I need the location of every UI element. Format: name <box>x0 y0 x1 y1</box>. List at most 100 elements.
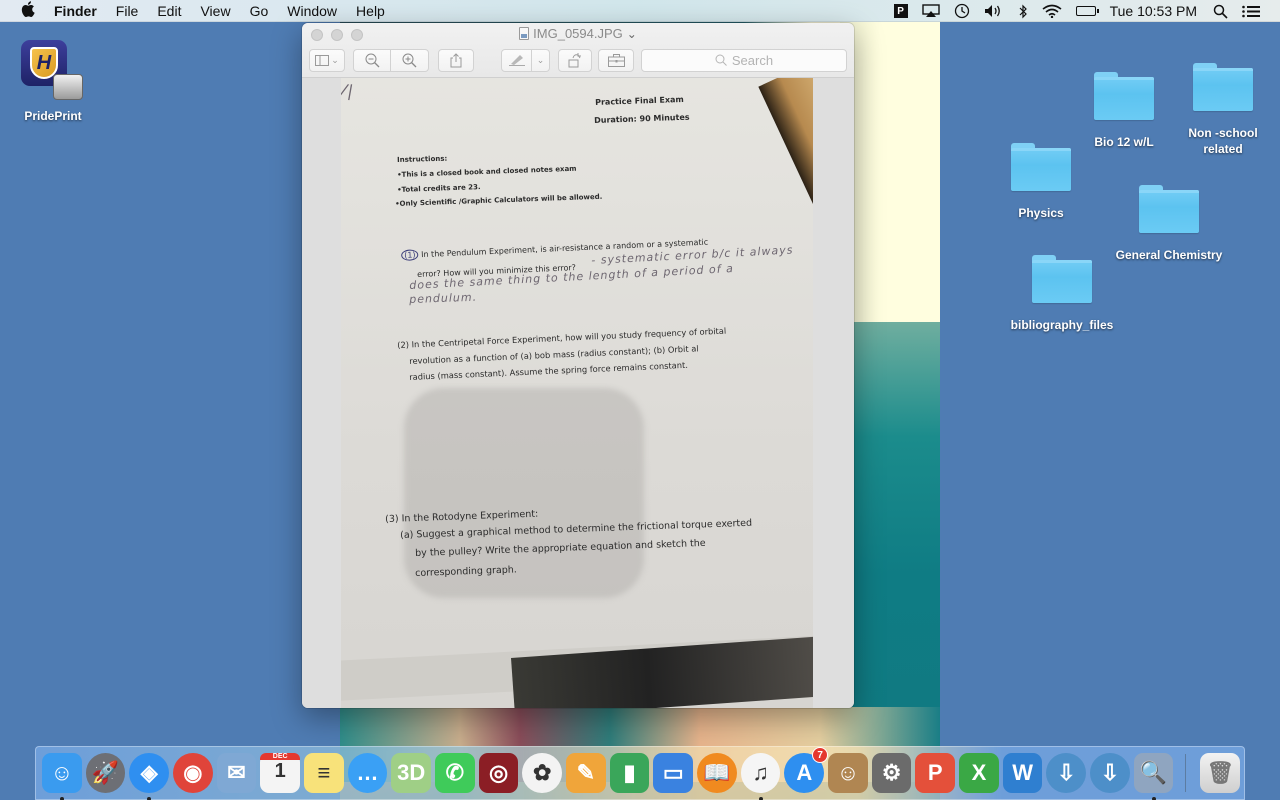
chrome-icon: ◉ <box>183 760 203 785</box>
maps-icon: 3D <box>397 760 426 785</box>
dock-app-safari[interactable]: ◈ <box>129 753 170 800</box>
markup-button[interactable] <box>501 48 532 72</box>
instructions-label: Instructions: <box>397 154 448 164</box>
calendar-icon: 1 <box>274 760 286 782</box>
wallpaper-highlight <box>840 22 940 322</box>
zoom-in-button[interactable] <box>391 48 429 72</box>
safari-icon: ◈ <box>140 760 158 785</box>
title-chevron-icon: ⌄ <box>626 26 637 41</box>
dock-app-keynote[interactable]: ▭ <box>653 753 694 793</box>
spotlight-icon[interactable] <box>1213 4 1228 19</box>
dock-app-notes[interactable]: ≡ <box>304 753 344 793</box>
dock-app-contacts[interactable]: ☺ <box>828 753 868 793</box>
notification-center-icon[interactable] <box>1242 5 1260 18</box>
numbers-icon: ▮ <box>623 760 636 785</box>
sidebar-toggle-button[interactable]: ⌄ <box>309 48 345 72</box>
desktop-icon-label: Physics <box>1018 206 1064 220</box>
dock-app-downloader-2[interactable]: ⇩ <box>1090 753 1130 793</box>
desktop-folder-non-school[interactable]: Non -school related <box>1163 63 1280 157</box>
apple-menu-icon[interactable] <box>20 0 36 21</box>
dock-app-mail[interactable]: ✉ <box>216 753 257 793</box>
ibooks-icon: 📖 <box>703 760 731 785</box>
itunes-icon: ♫ <box>752 760 769 785</box>
dock-app-photo-booth[interactable]: ◎ <box>478 753 519 793</box>
word-icon: W <box>1012 760 1033 785</box>
preview-icon: 🔍 <box>1139 760 1168 785</box>
dock-app-launchpad[interactable]: 🚀 <box>85 753 126 793</box>
dock-app-itunes[interactable]: ♫ <box>740 753 781 800</box>
window-title[interactable]: IMG_0594.JPG ⌄ <box>302 26 854 41</box>
dock-trash[interactable]: 🗑 <box>1200 753 1241 793</box>
dock-app-downloader-1[interactable]: ⇩ <box>1046 753 1087 793</box>
dock-app-system-preferences[interactable]: ⚙ <box>871 753 912 793</box>
desktop-folder-general-chemistry[interactable]: General Chemistry <box>1109 185 1229 263</box>
airplay-icon[interactable] <box>921 4 940 18</box>
dock-app-photos[interactable]: ✿ <box>522 753 563 793</box>
battery-icon[interactable] <box>1075 6 1099 16</box>
menu-go[interactable]: Go <box>250 3 269 19</box>
mail-icon: ✉ <box>227 760 246 785</box>
dock-app-excel[interactable]: X <box>959 753 999 793</box>
dock-app-maps[interactable]: 3D <box>391 753 432 793</box>
rotate-icon <box>568 52 581 67</box>
keynote-icon: ▭ <box>662 760 684 785</box>
instruction-item: •This is a closed book and closed notes … <box>397 164 577 179</box>
powerpoint-icon: P <box>927 760 943 785</box>
dock-app-facetime[interactable]: ✆ <box>435 753 475 793</box>
dock-app-chrome[interactable]: ◉ <box>173 753 213 793</box>
dock-app-calendar[interactable]: DEC 1 <box>260 753 301 793</box>
menu-clock[interactable]: Tue 10:53 PM <box>1110 3 1197 19</box>
document-icon <box>519 27 530 40</box>
downloader-1-icon: ⇩ <box>1057 760 1076 785</box>
menu-help[interactable]: Help <box>356 3 385 19</box>
dock-app-preview[interactable]: 🔍 <box>1133 753 1174 800</box>
volume-icon[interactable] <box>984 4 1004 18</box>
dock-app-numbers[interactable]: ▮ <box>609 753 650 793</box>
status-area: P Tue 10:53 PM <box>893 0 1280 22</box>
desktop-icon-prideprint[interactable]: H PridePrint <box>0 40 113 124</box>
share-button[interactable] <box>438 48 474 72</box>
folder-icon <box>1032 255 1092 303</box>
dock-app-powerpoint[interactable]: P <box>915 753 956 793</box>
dock-app-ibooks[interactable]: 📖 <box>697 753 737 793</box>
dock-app-pages[interactable]: ✎ <box>566 753 606 793</box>
menu-view[interactable]: View <box>200 3 230 19</box>
menu-window[interactable]: Window <box>287 3 337 19</box>
desktop-folder-physics[interactable]: Physics <box>981 143 1101 221</box>
desktop-icon-label: Bio 12 w/L <box>1094 135 1154 149</box>
window-toolbar: ⌄ ⌄ Search <box>309 48 847 72</box>
prideprint-app-icon: H <box>21 40 85 106</box>
dock-app-finder[interactable]: ☺ <box>42 753 82 800</box>
photo-background-edge <box>758 78 813 205</box>
dock-app-word[interactable]: W <box>1002 753 1043 793</box>
window-titlebar[interactable]: IMG_0594.JPG ⌄ ⌄ ⌄ Search <box>302 23 854 78</box>
exam-photo: /| Practice Final Exam Duration: 90 Minu… <box>341 78 813 708</box>
desktop-folder-bibliography-files[interactable]: bibliography_files <box>1002 255 1122 333</box>
dock-app-messages[interactable]: … <box>347 753 388 793</box>
contacts-icon: ☺ <box>836 760 860 785</box>
folder-icon <box>1139 185 1199 233</box>
zoom-in-icon <box>402 53 417 67</box>
sidebar-icon <box>315 54 330 66</box>
time-machine-icon[interactable] <box>954 3 970 19</box>
excel-icon: X <box>971 760 987 785</box>
instruction-item: •Total credits are 23. <box>397 183 481 194</box>
image-viewer[interactable]: /| Practice Final Exam Duration: 90 Minu… <box>302 78 854 708</box>
menu-file[interactable]: File <box>116 3 139 19</box>
photo-booth-icon: ◎ <box>488 760 509 785</box>
messages-icon: … <box>356 760 379 785</box>
calendar-month: DEC <box>260 753 301 760</box>
rotate-button[interactable] <box>558 48 592 72</box>
search-field[interactable]: Search <box>641 48 847 72</box>
exam-title: Practice Final Exam <box>595 94 684 107</box>
zoom-out-button[interactable] <box>353 48 391 72</box>
menu-finder[interactable]: Finder <box>54 3 97 19</box>
menu-edit[interactable]: Edit <box>157 3 181 19</box>
toolbox-button[interactable] <box>598 48 634 72</box>
pages-icon: ✎ <box>576 760 596 785</box>
markup-menu-button[interactable]: ⌄ <box>532 48 550 72</box>
wifi-icon[interactable] <box>1042 4 1062 18</box>
dock-app-app-store[interactable]: A7 <box>784 747 829 793</box>
bluetooth-icon[interactable] <box>1018 4 1028 19</box>
prideprint-status-icon[interactable]: P <box>893 4 908 18</box>
